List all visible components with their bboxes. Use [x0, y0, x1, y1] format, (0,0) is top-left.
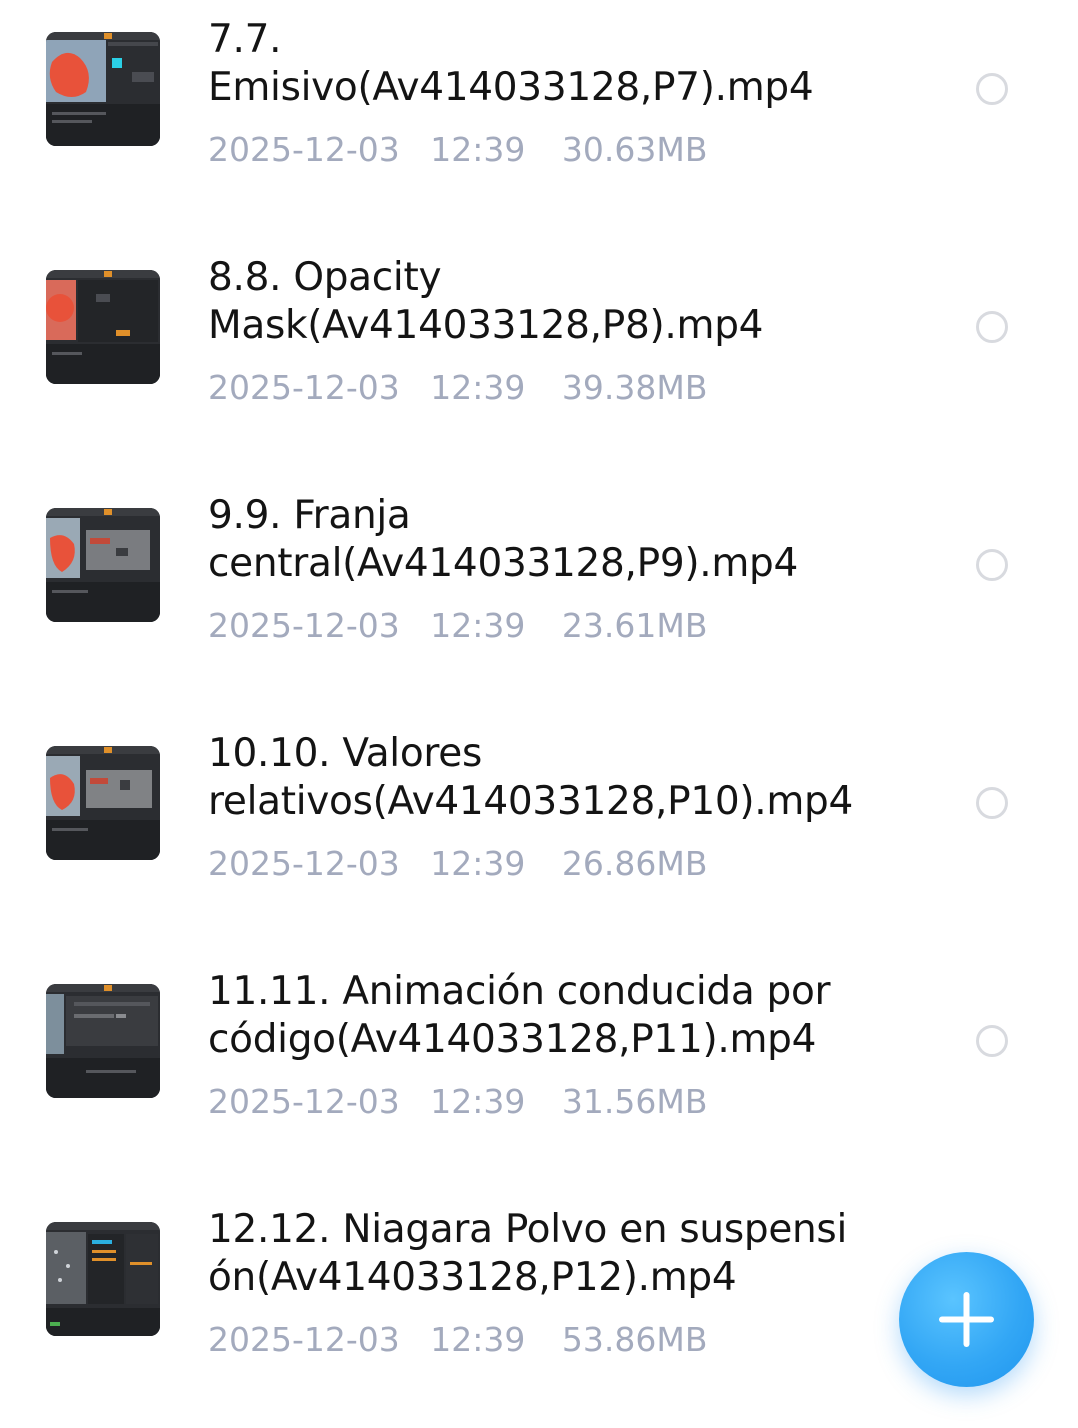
plus-icon — [939, 1292, 994, 1347]
file-date: 2025-12-03 — [208, 130, 400, 169]
select-radio[interactable] — [976, 549, 1008, 581]
file-time: 12:39 — [430, 606, 526, 645]
file-time: 12:39 — [430, 1320, 526, 1359]
file-name: 9.9. Franja central(Av414033128,P9).mp4 — [208, 493, 799, 586]
file-time: 12:39 — [430, 1082, 526, 1121]
file-meta: 2025-12-03 12:39 26.86MB — [208, 842, 707, 886]
list-item[interactable]: 7.7. Emisivo(Av414033128,P7).mp4 2025-12… — [0, 0, 1078, 238]
file-name: 8.8. Opacity Mask(Av414033128,P8).mp4 — [208, 255, 764, 348]
file-meta: 2025-12-03 12:39 30.63MB — [208, 128, 707, 172]
file-size: 39.38MB — [561, 368, 708, 407]
list-item[interactable]: 10.10. Valores relativos(Av414033128,P10… — [0, 714, 1078, 952]
file-size: 31.56MB — [561, 1082, 708, 1121]
file-size: 30.63MB — [561, 130, 708, 169]
video-thumbnail-icon — [46, 270, 160, 384]
file-date: 2025-12-03 — [208, 844, 400, 883]
video-thumbnail-icon — [46, 32, 160, 146]
file-name: 12.12. Niagara Polvo en suspensi ón(Av41… — [208, 1207, 847, 1300]
file-meta: 2025-12-03 12:39 31.56MB — [208, 1080, 707, 1124]
file-list: 7.7. Emisivo(Av414033128,P7).mp4 2025-12… — [0, 0, 1078, 1405]
list-item[interactable]: 11.11. Animación conducida por código(Av… — [0, 952, 1078, 1190]
file-time: 12:39 — [430, 368, 526, 407]
file-meta: 2025-12-03 12:39 53.86MB — [208, 1318, 707, 1362]
file-time: 12:39 — [430, 130, 526, 169]
video-thumbnail-icon — [46, 508, 160, 622]
select-radio[interactable] — [976, 787, 1008, 819]
file-meta: 2025-12-03 12:39 39.38MB — [208, 366, 707, 410]
select-radio[interactable] — [976, 73, 1008, 105]
file-name: 7.7. Emisivo(Av414033128,P7).mp4 — [208, 17, 814, 110]
file-date: 2025-12-03 — [208, 1082, 400, 1121]
file-size: 26.86MB — [561, 844, 708, 883]
file-size: 53.86MB — [561, 1320, 708, 1359]
file-size: 23.61MB — [561, 606, 708, 645]
video-thumbnail-icon — [46, 1222, 160, 1336]
file-name: 11.11. Animación conducida por código(Av… — [208, 969, 831, 1062]
video-thumbnail-icon — [46, 746, 160, 860]
select-radio[interactable] — [976, 1025, 1008, 1057]
add-button[interactable] — [899, 1252, 1034, 1387]
file-meta: 2025-12-03 12:39 23.61MB — [208, 604, 707, 648]
file-date: 2025-12-03 — [208, 606, 400, 645]
video-thumbnail-icon — [46, 984, 160, 1098]
select-radio[interactable] — [976, 311, 1008, 343]
file-date: 2025-12-03 — [208, 1320, 400, 1359]
file-name: 10.10. Valores relativos(Av414033128,P10… — [208, 731, 854, 824]
file-time: 12:39 — [430, 844, 526, 883]
list-item[interactable]: 9.9. Franja central(Av414033128,P9).mp4 … — [0, 476, 1078, 714]
list-item[interactable]: 8.8. Opacity Mask(Av414033128,P8).mp4 20… — [0, 238, 1078, 476]
file-date: 2025-12-03 — [208, 368, 400, 407]
